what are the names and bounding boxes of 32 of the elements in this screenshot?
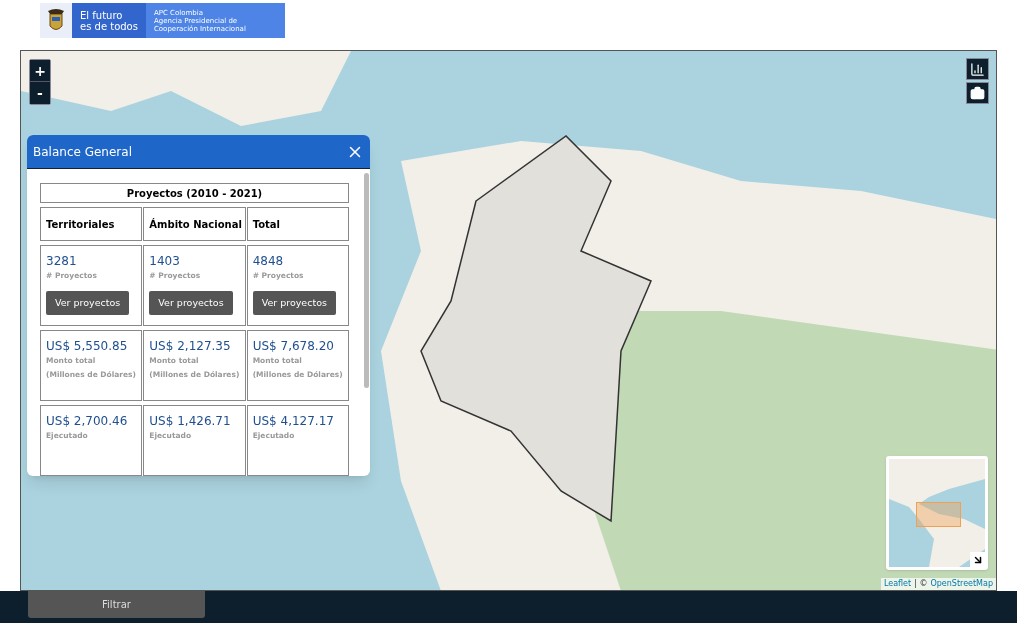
briefcase-icon: [970, 85, 985, 101]
slogan-text: es de todos: [80, 20, 138, 32]
openstreetmap-link[interactable]: OpenStreetMap: [930, 578, 993, 590]
cell-value: US$ 2,127.35: [149, 339, 231, 354]
map-area[interactable]: [20, 50, 997, 591]
cell-value: 3281: [46, 254, 77, 269]
cell-value: 4848: [252, 254, 284, 269]
briefcase-button[interactable]: [966, 82, 989, 104]
chart-button[interactable]: [966, 58, 989, 80]
leaflet-link[interactable]: Leaflet: [883, 578, 912, 590]
column-header: Total: [246, 207, 349, 241]
column-header: Ámbito Nacional: [143, 207, 246, 241]
zoom-in-button[interactable]: +: [30, 60, 50, 82]
view-projects-button[interactable]: Ver proyectos: [46, 291, 130, 316]
cell-value: US$ 4,127.17: [252, 414, 334, 429]
panel-title: Balance General: [33, 143, 132, 161]
zoom-out-button[interactable]: -: [30, 82, 50, 104]
cell-value: US$ 5,550.85: [46, 339, 128, 354]
bar-chart-icon: [970, 61, 985, 77]
cell-value: US$ 1,426.71: [149, 414, 231, 429]
cell-value: 1403: [149, 254, 180, 269]
minimap-toggle-button[interactable]: [970, 552, 985, 567]
slogan-text: El futuro: [80, 9, 124, 21]
scrollbar-thumb[interactable]: [363, 173, 369, 388]
column-header: Territoriales: [40, 207, 143, 241]
cell-value: US$ 2,700.46: [46, 414, 128, 429]
view-projects-button[interactable]: Ver proyectos: [149, 291, 233, 316]
cell-value: US$ 7,678.20: [252, 339, 334, 354]
view-projects-button[interactable]: Ver proyectos: [252, 291, 336, 316]
attribution-text: | ©: [914, 578, 928, 590]
table-title: Proyectos (2010 - 2021): [126, 186, 263, 201]
filter-button[interactable]: Filtrar: [28, 591, 205, 618]
